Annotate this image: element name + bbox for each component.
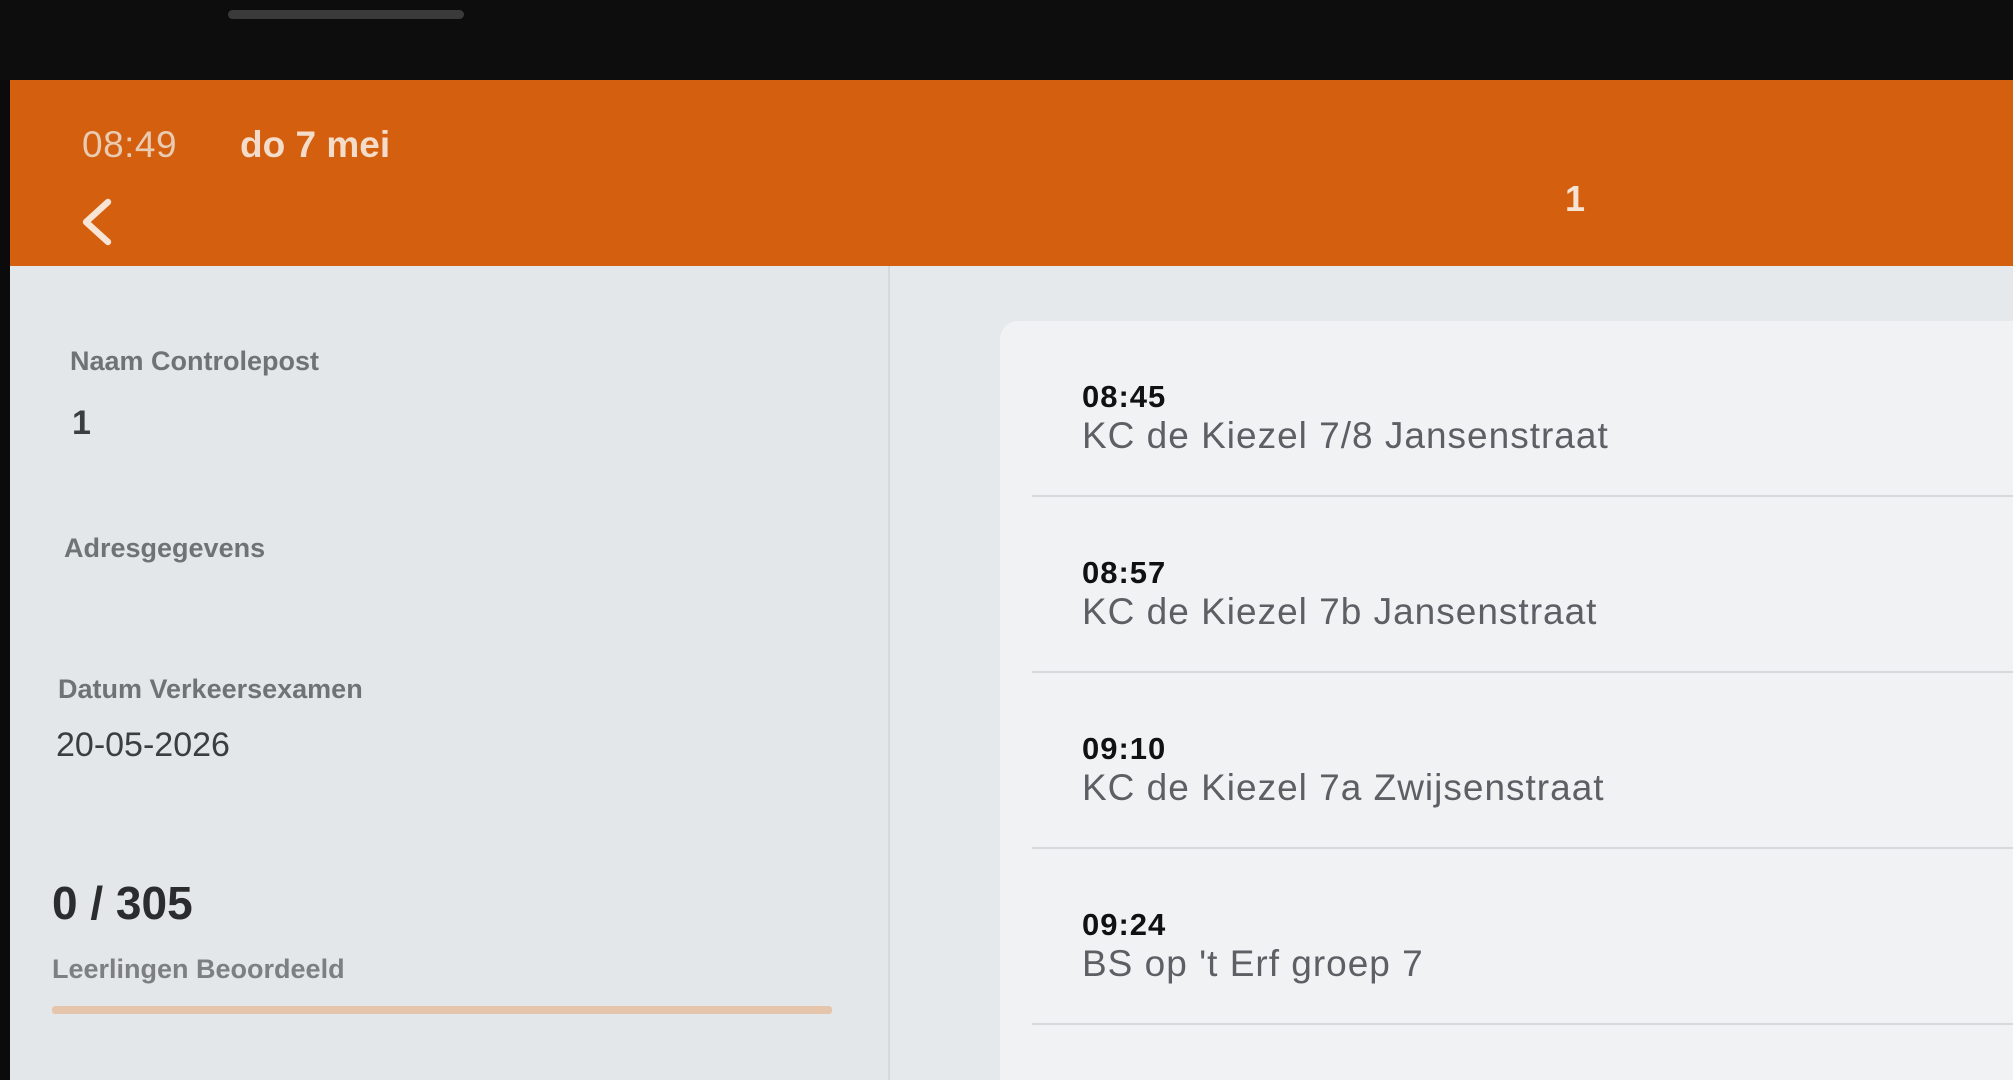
device-bezel xyxy=(0,0,2013,80)
device-notch xyxy=(228,10,464,19)
exam-date-label: Datum Verkeersexamen xyxy=(58,674,363,704)
schedule-item[interactable]: 09:10 KC de Kiezel 7a Zwijsenstraat xyxy=(1000,673,2013,849)
schedule-item[interactable]: 09:24 BS op 't Erf groep 7 xyxy=(1000,849,2013,1025)
students-rated-count: 0 / 305 xyxy=(52,877,193,929)
app-screen: 08:49 do 7 mei 1 Naam Controlepost 1 Adr… xyxy=(10,80,2013,1080)
back-button[interactable] xyxy=(66,190,130,254)
schedule-item-name: BS op 't Erf groep 7 xyxy=(1082,943,1424,984)
schedule-item-time: 09:24 xyxy=(1082,907,1167,942)
list-divider xyxy=(1032,1023,2013,1025)
progress-bar xyxy=(52,1006,832,1014)
address-label: Adresgegevens xyxy=(64,533,266,563)
schedule-item[interactable]: 08:45 KC de Kiezel 7/8 Jansenstraat xyxy=(1000,321,2013,497)
page-title: 1 xyxy=(1565,178,1586,219)
schedule-item-time: 08:45 xyxy=(1082,379,1167,414)
schedule-item-time: 09:10 xyxy=(1082,731,1167,766)
app-bar: 08:49 do 7 mei 1 xyxy=(10,80,2013,266)
checkpoint-name-label: Naam Controlepost xyxy=(70,346,320,376)
status-date: do 7 mei xyxy=(240,124,391,165)
schedule-item[interactable]: 08:57 KC de Kiezel 7b Jansenstraat xyxy=(1000,497,2013,673)
details-panel: Naam Controlepost 1 Adresgegevens Datum … xyxy=(10,266,890,1080)
status-time: 08:49 xyxy=(82,124,178,165)
students-rated-label: Leerlingen Beoordeeld xyxy=(52,954,345,984)
schedule-item-name: KC de Kiezel 7a Zwijsenstraat xyxy=(1082,767,1605,808)
schedule-item-name: KC de Kiezel 7/8 Jansenstraat xyxy=(1082,415,1609,456)
checkpoint-name-value: 1 xyxy=(72,404,91,442)
chevron-left-icon xyxy=(82,198,112,246)
schedule-item-name: KC de Kiezel 7b Jansenstraat xyxy=(1082,591,1598,632)
schedule-panel: 08:45 KC de Kiezel 7/8 Jansenstraat 08:5… xyxy=(890,266,2013,1080)
schedule-list: 08:45 KC de Kiezel 7/8 Jansenstraat 08:5… xyxy=(1000,321,2013,1080)
schedule-item-time: 08:57 xyxy=(1082,555,1167,590)
exam-date-value: 20-05-2026 xyxy=(56,726,230,764)
